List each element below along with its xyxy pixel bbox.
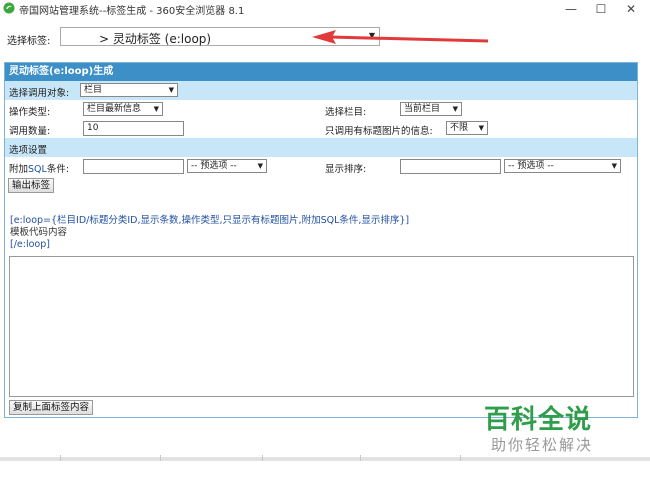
tag-select-value: > 灵动标签 (e:loop) — [99, 32, 212, 46]
code-line-open: [e:loop={栏目ID/标题分类ID,显示条数,操作类型,只显示有标题图片,… — [10, 215, 410, 226]
op-type-value: 栏目最新信息 — [87, 104, 142, 114]
loop-tag-panel: 灵动标签(e:loop)生成 选择调用对象: 栏目 ▼ 操作类型: 栏目最新信息… — [4, 62, 638, 418]
sort-preset-value: -- 预选项 -- — [508, 161, 554, 171]
copy-tag-button[interactable]: 复制上面标签内容 — [9, 400, 94, 415]
options-header: 选项设置 — [9, 145, 48, 156]
browser-logo-icon — [3, 2, 15, 14]
call-object-select[interactable]: 栏目 ▼ — [80, 83, 178, 97]
sql-condition-input[interactable] — [83, 159, 184, 174]
only-title-pic-value: 不限 — [450, 123, 469, 133]
sort-input[interactable] — [400, 159, 501, 174]
sql-label-pre: 附加 — [9, 164, 29, 175]
count-row: 调用数量: 10 只调用有标题图片的信息: 不限 ▼ — [5, 119, 637, 138]
taskbar-strip — [0, 457, 650, 461]
dropdown-arrow-icon: ▼ — [611, 162, 617, 170]
dropdown-arrow-icon: ▼ — [168, 86, 174, 94]
taskbar-divider — [60, 455, 61, 461]
code-line-close: [/e:loop] — [10, 239, 50, 250]
taskbar-divider — [160, 455, 161, 461]
tag-content-textarea[interactable] — [9, 256, 634, 397]
select-column-select[interactable]: 当前栏目 ▼ — [400, 102, 462, 116]
options-header-row: 选项设置 — [5, 138, 637, 157]
taskbar-divider — [460, 455, 461, 461]
dropdown-arrow-icon: ▼ — [257, 162, 263, 170]
call-object-row: 选择调用对象: 栏目 ▼ — [5, 81, 637, 100]
dropdown-arrow-icon: ▼ — [452, 105, 458, 113]
taskbar-divider — [262, 455, 263, 461]
call-object-value: 栏目 — [84, 85, 103, 95]
only-title-pic-label: 只调用有标题图片的信息: — [325, 126, 433, 137]
select-column-label: 选择栏目: — [325, 107, 367, 118]
tag-code-output: [e:loop={栏目ID/标题分类ID,显示条数,操作类型,只显示有标题图片,… — [10, 215, 409, 251]
sql-preset-select[interactable]: -- 预选项 -- ▼ — [187, 159, 267, 173]
dropdown-arrow-icon: ▼ — [153, 105, 159, 113]
sort-label: 显示排序: — [325, 164, 367, 175]
code-line-template: 模板代码内容 — [10, 227, 68, 238]
red-arrow-annotation — [312, 30, 489, 44]
dropdown-arrow-icon: ▼ — [478, 124, 484, 132]
sort-preset-select[interactable]: -- 预选项 -- ▼ — [504, 159, 621, 173]
op-type-row: 操作类型: 栏目最新信息 ▼ 选择栏目: 当前栏目 ▼ — [5, 100, 637, 119]
sql-sort-row: 附加SQL条件: -- 预选项 -- ▼ 显示排序: -- 预选项 -- ▼ — [5, 157, 637, 176]
minimize-button[interactable]: — — [560, 2, 582, 16]
sql-condition-label: 附加SQL条件: — [9, 161, 69, 175]
watermark-subtitle: 助你轻松解决 — [491, 436, 594, 454]
sql-label-post: 条件: — [46, 164, 70, 175]
op-type-label: 操作类型: — [9, 107, 51, 118]
only-title-pic-select[interactable]: 不限 ▼ — [446, 121, 488, 135]
taskbar-divider — [360, 455, 361, 461]
window-title: 帝国网站管理系统--标签生成 - 360安全浏览器 8.1 — [19, 6, 245, 17]
count-input[interactable]: 10 — [83, 121, 184, 136]
count-label: 调用数量: — [9, 126, 51, 137]
maximize-button[interactable]: ☐ — [590, 2, 612, 16]
tag-select-label: 选择标签: — [7, 36, 51, 47]
close-button[interactable]: ✕ — [620, 2, 642, 16]
watermark-title: 百科全说 — [484, 405, 593, 435]
taskbar — [0, 455, 650, 487]
op-type-select[interactable]: 栏目最新信息 ▼ — [83, 102, 163, 116]
sql-preset-value: -- 预选项 -- — [191, 161, 237, 171]
panel-header: 灵动标签(e:loop)生成 — [5, 63, 637, 81]
sql-label-sql: SQL — [28, 164, 47, 175]
window-titlebar: 帝国网站管理系统--标签生成 - 360安全浏览器 8.1 — ☐ ✕ — [0, 0, 650, 18]
output-tag-button[interactable]: 输出标签 — [8, 178, 55, 193]
call-object-label: 选择调用对象: — [9, 88, 70, 99]
output-button-row: 输出标签 — [5, 176, 637, 196]
select-column-value: 当前栏目 — [404, 104, 441, 114]
